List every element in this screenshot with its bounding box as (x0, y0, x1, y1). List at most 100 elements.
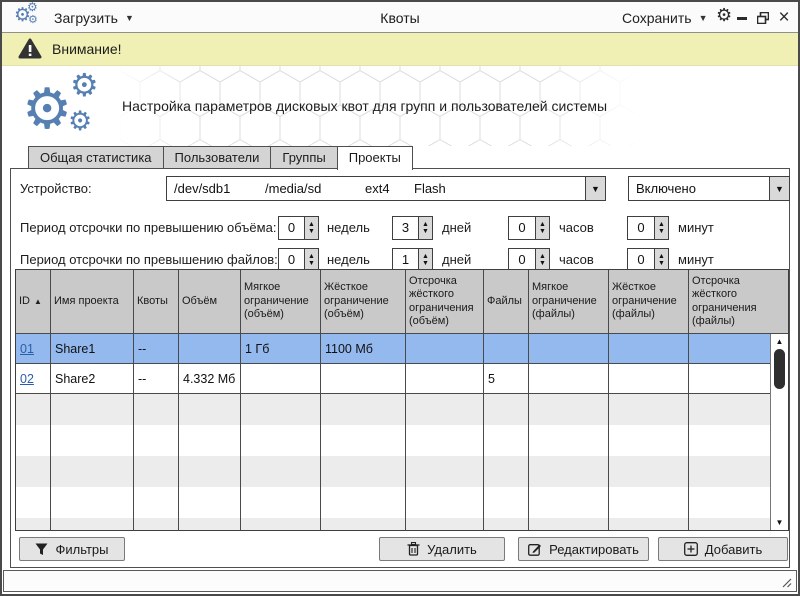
empty-cell (16, 425, 51, 456)
table-empty-row (16, 394, 788, 425)
spinner-buttons[interactable]: ▲▼ (304, 249, 318, 271)
spinner-buttons[interactable]: ▲▼ (418, 249, 432, 271)
spin-value[interactable]: 1 (393, 249, 418, 271)
trash-icon (407, 542, 420, 556)
row-id-link[interactable]: 01 (20, 342, 34, 356)
unit-hours: часов (559, 216, 594, 240)
row-id-link[interactable]: 02 (20, 372, 34, 386)
close-button[interactable]: × (776, 10, 792, 26)
filters-button-label: Фильтры (55, 542, 108, 557)
sort-ascending-icon: ▲ (34, 297, 42, 307)
grace-volume-days-spinner[interactable]: 3 ▲▼ (392, 216, 433, 240)
delete-button[interactable]: Удалить (379, 537, 505, 561)
spin-down-icon: ▼ (308, 260, 315, 267)
spin-value[interactable]: 0 (279, 217, 304, 239)
cell-hard-files (609, 364, 689, 394)
cell-grace-volume (406, 334, 484, 364)
table-vertical-scrollbar[interactable]: ▲ ▼ (770, 334, 788, 530)
tab-bar: Общая статистика Пользователи Группы Про… (28, 146, 412, 170)
cell-soft-volume: 1 Гб (241, 334, 321, 364)
column-header-files[interactable]: Файлы (484, 270, 529, 334)
scroll-down-icon[interactable]: ▼ (771, 516, 788, 529)
save-menu-button[interactable]: Сохранить ▼ (622, 2, 708, 33)
spinner-buttons[interactable]: ▲▼ (304, 217, 318, 239)
edit-button[interactable]: Редактировать (518, 537, 649, 561)
empty-cell (406, 487, 484, 518)
chevron-down-icon: ▼ (699, 13, 708, 23)
app-logo-gears: ⚙ ⚙ ⚙ (22, 70, 114, 144)
column-header-hard-files[interactable]: Жёсткое ограничение (файлы) (609, 270, 689, 334)
spin-down-icon: ▼ (658, 228, 665, 235)
column-header-name[interactable]: Имя проекта (51, 270, 134, 334)
empty-cell (529, 394, 609, 425)
spin-value[interactable]: 0 (509, 217, 535, 239)
device-fs: ext4 (365, 177, 390, 200)
page-header: ⚙ ⚙ ⚙ Настройка параметров дисковых квот… (2, 66, 798, 146)
app-window: ⚙ ⚙ ⚙ Загрузить ▼ Квоты Сохранить ▼ ⚙ (0, 0, 800, 596)
tab-general-statistics[interactable]: Общая статистика (28, 146, 164, 169)
empty-cell (241, 425, 321, 456)
empty-cell (529, 425, 609, 456)
gear-icon: ⚙ (22, 76, 72, 142)
maximize-button[interactable] (755, 10, 771, 26)
table-header-row: ID ▲ Имя проекта Квоты Объём Мягкое огра… (16, 270, 788, 334)
add-button[interactable]: Добавить (658, 537, 788, 561)
column-header-id[interactable]: ID ▲ (16, 270, 51, 334)
column-header-soft-files[interactable]: Мягкое ограничение (файлы) (529, 270, 609, 334)
empty-cell (241, 456, 321, 487)
spinner-buttons[interactable]: ▲▼ (418, 217, 432, 239)
cell-hard-files (609, 334, 689, 364)
spin-value[interactable]: 0 (509, 249, 535, 271)
column-header-quotas[interactable]: Квоты (134, 270, 179, 334)
spin-value[interactable]: 0 (628, 217, 654, 239)
spin-value[interactable]: 0 (279, 249, 304, 271)
grace-volume-weeks-spinner[interactable]: 0 ▲▼ (278, 216, 319, 240)
close-icon: × (778, 11, 789, 25)
empty-cell (321, 456, 406, 487)
spin-value[interactable]: 0 (628, 249, 654, 271)
quota-state-select[interactable]: Включено ▼ (628, 176, 790, 201)
spinner-buttons[interactable]: ▲▼ (654, 217, 668, 239)
column-header-grace-files[interactable]: Отсрочка жёсткого ограничения (файлы) (689, 270, 788, 334)
table-row[interactable]: 02 Share2 -- 4.332 Мб 5 (16, 364, 788, 394)
empty-cell (484, 487, 529, 518)
cell-volume (179, 334, 241, 364)
scroll-up-icon[interactable]: ▲ (771, 335, 788, 348)
device-select[interactable]: /dev/sdb1 /media/sd ext4 Flash ▼ (166, 176, 606, 201)
empty-cell (609, 518, 689, 531)
tab-users[interactable]: Пользователи (163, 146, 272, 169)
spinner-buttons[interactable]: ▲▼ (535, 249, 549, 271)
cell-name: Share1 (51, 334, 134, 364)
column-header-hard-volume[interactable]: Жёсткое ограничение (объём) (321, 270, 406, 334)
tab-groups[interactable]: Группы (270, 146, 337, 169)
empty-cell (321, 394, 406, 425)
empty-cell (51, 394, 134, 425)
table-empty-row (16, 425, 788, 456)
column-header-grace-volume[interactable]: Отсрочка жёсткого ограничения (объём) (406, 270, 484, 334)
column-header-soft-volume[interactable]: Мягкое ограничение (объём) (241, 270, 321, 334)
spinner-buttons[interactable]: ▲▼ (535, 217, 549, 239)
scrollbar-thumb[interactable] (774, 349, 785, 389)
spin-down-icon: ▼ (422, 228, 429, 235)
empty-cell (406, 518, 484, 531)
grace-volume-hours-spinner[interactable]: 0 ▲▼ (508, 216, 550, 240)
unit-minutes: минут (678, 216, 714, 240)
spinner-buttons[interactable]: ▲▼ (654, 249, 668, 271)
minimize-button[interactable] (734, 10, 750, 26)
minimize-icon (737, 12, 748, 23)
grace-volume-minutes-spinner[interactable]: 0 ▲▼ (627, 216, 669, 240)
filters-button[interactable]: Фильтры (19, 537, 125, 561)
tab-projects[interactable]: Проекты (337, 146, 413, 170)
spin-value[interactable]: 3 (393, 217, 418, 239)
empty-cell (321, 518, 406, 531)
chevron-down-icon[interactable]: ▼ (769, 177, 789, 200)
chevron-down-icon[interactable]: ▼ (585, 177, 605, 200)
column-header-volume[interactable]: Объём (179, 270, 241, 334)
resize-grip-icon[interactable] (781, 577, 793, 589)
empty-cell (484, 394, 529, 425)
cell-name: Share2 (51, 364, 134, 394)
empty-cell (179, 425, 241, 456)
empty-cell (16, 518, 51, 531)
empty-cell (241, 394, 321, 425)
table-row[interactable]: 01 Share1 -- 1 Гб 1100 Мб (16, 334, 788, 364)
